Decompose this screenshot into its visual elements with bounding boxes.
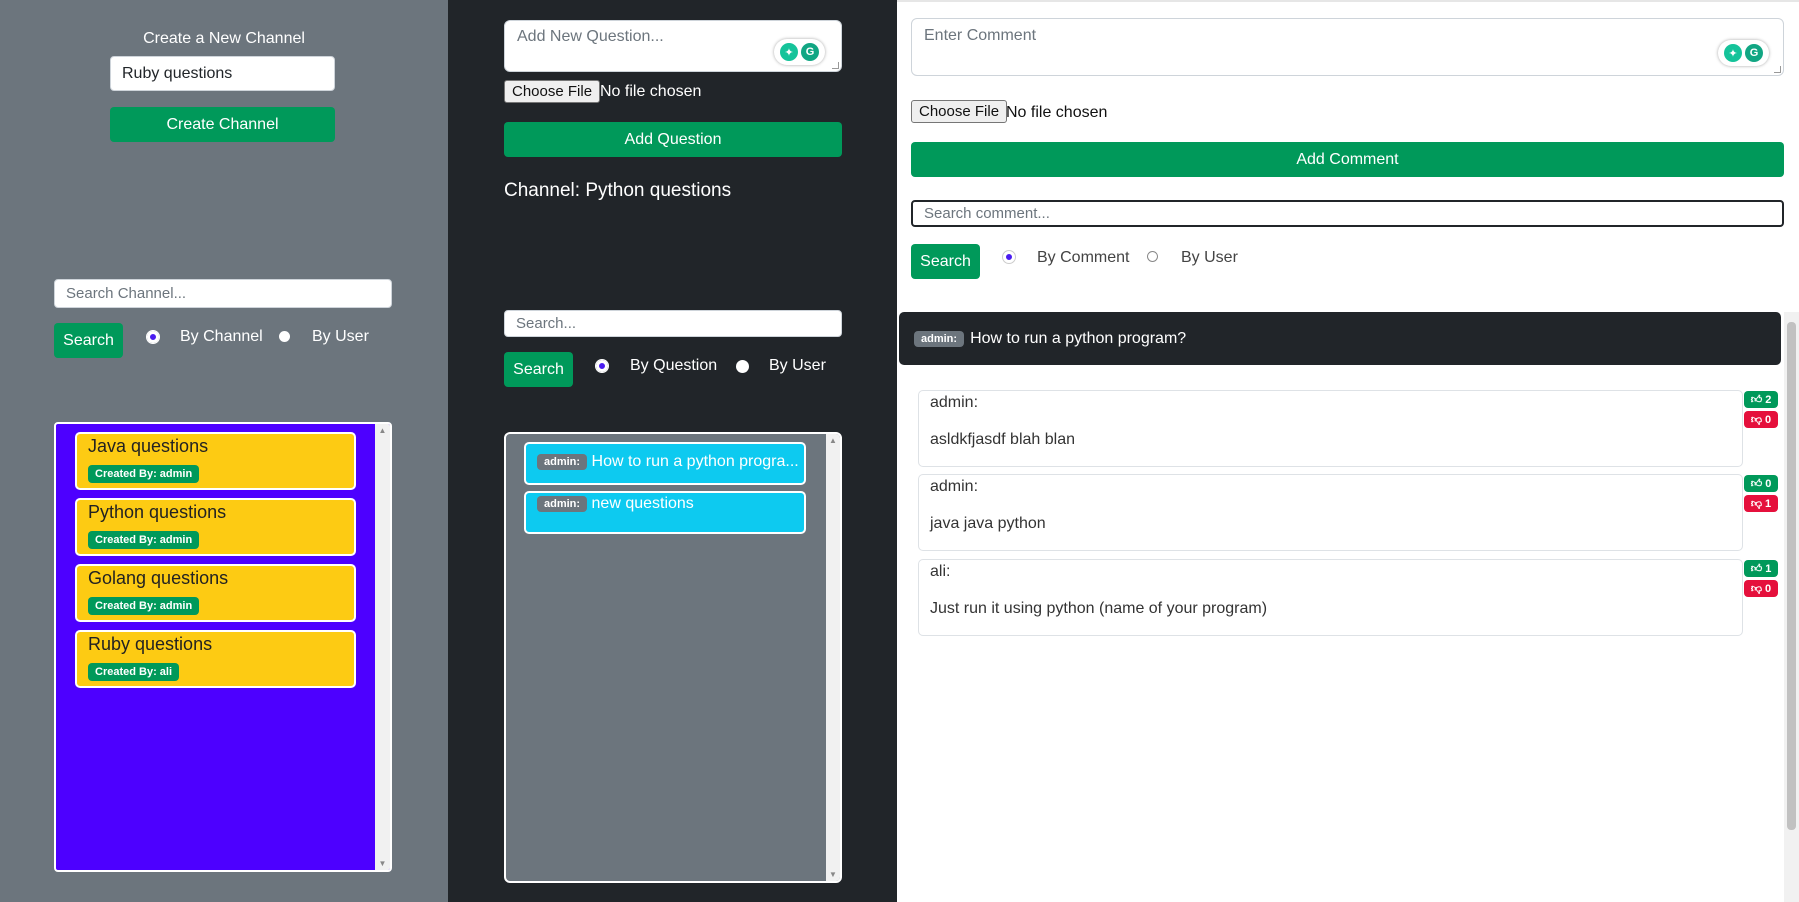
choose-file-button[interactable]: Choose File (911, 100, 1008, 123)
grammarly-widget[interactable]: ✦ G (1718, 40, 1769, 66)
question-text: new questions (591, 495, 694, 512)
like-count: 2 (1765, 393, 1772, 406)
add-question-button[interactable]: Add Question (504, 122, 842, 157)
scroll-up-icon[interactable]: ▲ (375, 426, 390, 435)
by-channel-radio[interactable] (146, 330, 160, 344)
search-comment-button[interactable]: Search (911, 244, 980, 279)
comment-text: Just run it using python (name of your p… (930, 600, 1268, 617)
dislike-button[interactable]: 👎︎ 1 (1744, 495, 1778, 512)
comment-textarea[interactable]: Enter Comment ✦ G (911, 18, 1784, 76)
channel-list-scrollbar[interactable]: ▲ ▼ (375, 424, 390, 870)
like-button[interactable]: 👍︎ 2 (1744, 391, 1778, 408)
comment-card: admin: asldkfjasdf blah blan (918, 390, 1743, 467)
channel-card[interactable]: Ruby questions Created By: ali (75, 630, 356, 688)
by-user-radio[interactable] (736, 360, 749, 373)
thumbs-down-icon: 👎︎ (1750, 583, 1763, 595)
by-comment-label: By Comment (1037, 249, 1130, 266)
user-badge: admin: (914, 330, 965, 347)
resize-handle-icon[interactable] (1774, 66, 1781, 73)
create-channel-heading: Create a New Channel (143, 30, 305, 47)
by-user-label: By User (1181, 249, 1238, 266)
user-badge: admin: (537, 453, 588, 470)
resize-handle-icon[interactable] (832, 62, 839, 69)
by-channel-label: By Channel (180, 328, 263, 345)
channel-card[interactable]: Java questions Created By: admin (75, 432, 356, 490)
bulb-icon: ✦ (1724, 44, 1742, 62)
like-button[interactable]: 👍︎ 1 (1744, 560, 1778, 577)
creator-badge: Created By: ali (88, 663, 180, 681)
channel-title: Python questions (88, 502, 227, 522)
dislike-button[interactable]: 👎︎ 0 (1744, 411, 1778, 428)
dislike-button[interactable]: 👎︎ 0 (1744, 580, 1778, 597)
no-file-label: No file chosen (1006, 104, 1108, 121)
like-count: 0 (1765, 477, 1772, 490)
dislike-count: 0 (1765, 582, 1772, 595)
user-badge: admin: (537, 495, 588, 512)
by-comment-radio[interactable] (1002, 250, 1016, 264)
comment-user: admin: (930, 394, 979, 411)
question-placeholder: Add New Question... (517, 28, 664, 45)
comment-user: admin: (930, 478, 979, 495)
channel-title: Golang questions (88, 568, 229, 588)
scroll-down-icon[interactable]: ▼ (826, 870, 840, 879)
channel-title: Java questions (88, 436, 209, 456)
like-count: 1 (1765, 562, 1772, 575)
question-card[interactable]: admin: new questions (524, 491, 806, 534)
thumbs-down-icon: 👎︎ (1750, 414, 1763, 426)
dislike-count: 0 (1765, 413, 1772, 426)
search-channel-input[interactable]: Search Channel... (54, 279, 392, 308)
question-card[interactable]: admin: How to run a python progra... (524, 442, 806, 485)
thread-title: How to run a python program? (970, 329, 1187, 347)
channel-card[interactable]: Python questions Created By: admin (75, 498, 356, 556)
grammarly-icon: G (801, 43, 819, 61)
by-user-label: By User (769, 357, 826, 374)
comment-card: ali: Just run it using python (name of y… (918, 559, 1743, 636)
search-question-button[interactable]: Search (504, 352, 573, 387)
like-button[interactable]: 👍︎ 0 (1744, 475, 1778, 492)
comment-card: admin: java java python (918, 474, 1743, 551)
channel-title: Channel: Python questions (504, 180, 732, 201)
thumbs-up-icon: 👍︎ (1750, 478, 1763, 490)
add-comment-button[interactable]: Add Comment (911, 142, 1784, 177)
thread-header: admin: How to run a python program? (899, 312, 1781, 365)
scroll-up-icon[interactable]: ▲ (826, 436, 840, 445)
by-user-radio[interactable] (1147, 251, 1158, 262)
search-question-input[interactable]: Search... (504, 310, 842, 337)
scroll-down-icon[interactable]: ▼ (375, 859, 390, 868)
new-question-textarea[interactable]: Add New Question... ✦ G (504, 20, 842, 72)
creator-badge: Created By: admin (88, 597, 200, 615)
grammarly-widget[interactable]: ✦ G (774, 39, 825, 65)
scroll-thumb[interactable] (1787, 322, 1796, 830)
question-list[interactable]: admin: How to run a python progra... adm… (504, 432, 842, 883)
question-list-scrollbar[interactable]: ▲ ▼ (826, 434, 840, 881)
thumbs-up-icon: 👍︎ (1750, 563, 1763, 575)
no-file-label: No file chosen (600, 83, 702, 100)
comment-placeholder: Enter Comment (924, 27, 1037, 44)
comments-scrollbar[interactable] (1784, 312, 1799, 902)
thumbs-up-icon: 👍︎ (1750, 394, 1763, 406)
comment-user: ali: (930, 563, 951, 580)
channel-card[interactable]: Golang questions Created By: admin (75, 564, 356, 622)
creator-badge: Created By: admin (88, 465, 200, 483)
new-channel-input[interactable]: Ruby questions (110, 56, 335, 91)
by-question-radio[interactable] (595, 359, 609, 373)
channel-list[interactable]: Java questions Created By: admin Python … (54, 422, 392, 872)
creator-badge: Created By: admin (88, 531, 200, 549)
search-comment-input[interactable]: Search comment... (911, 200, 1784, 227)
by-question-label: By Question (630, 357, 718, 374)
dislike-count: 1 (1765, 497, 1772, 510)
bulb-icon: ✦ (780, 43, 798, 61)
question-text: How to run a python progra... (591, 453, 799, 470)
choose-file-button[interactable]: Choose File (504, 80, 601, 103)
channel-title: Ruby questions (88, 634, 213, 654)
create-channel-button[interactable]: Create Channel (110, 107, 335, 142)
grammarly-icon: G (1745, 44, 1763, 62)
thumbs-down-icon: 👎︎ (1750, 498, 1763, 510)
comment-text: asldkfjasdf blah blan (930, 431, 1075, 448)
comment-text: java java python (930, 515, 1046, 532)
by-user-label: By User (312, 328, 369, 345)
by-user-radio[interactable] (279, 331, 290, 342)
search-channel-button[interactable]: Search (54, 323, 123, 358)
